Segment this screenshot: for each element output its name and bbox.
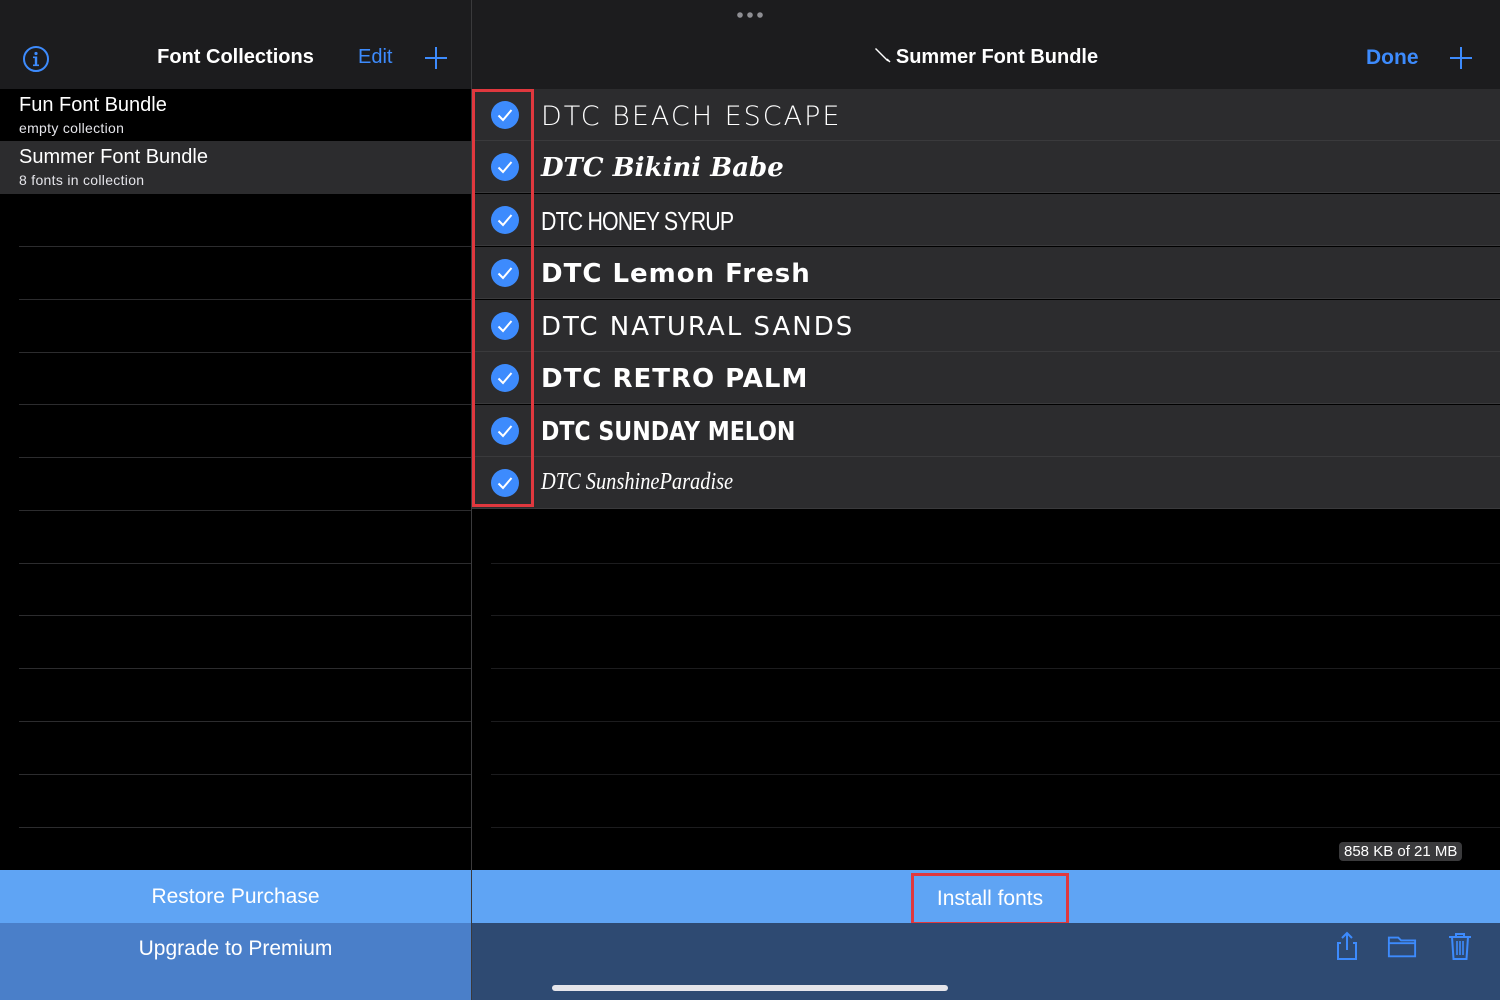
row-divider — [19, 404, 471, 405]
row-divider — [491, 615, 1500, 616]
collection-subtitle: empty collection — [19, 120, 125, 136]
row-divider — [19, 774, 471, 775]
row-divider — [19, 563, 471, 564]
font-name: DTC SunshineParadise — [541, 469, 734, 495]
done-button[interactable]: Done — [1366, 46, 1419, 70]
bottom-toolbar — [472, 923, 1500, 1000]
font-name: DTC SUNDAY MELON — [541, 417, 796, 447]
font-collections-pane: Font Collections Edit Fun Font Bundle em… — [0, 0, 471, 1000]
collection-row-summer-font-bundle[interactable]: Summer Font Bundle 8 fonts in collection — [0, 141, 471, 194]
selection-highlight — [472, 89, 534, 507]
font-row[interactable]: DTC Bikini Babe — [472, 141, 1500, 193]
upgrade-premium-button[interactable]: Upgrade to Premium — [0, 923, 471, 1000]
row-divider — [19, 299, 471, 300]
font-row[interactable]: DTC NATURAL SANDS — [472, 300, 1500, 352]
font-name: DTC NATURAL SANDS — [541, 312, 855, 342]
row-divider — [19, 457, 471, 458]
pen-icon — [874, 48, 891, 63]
collection-detail-pane: Summer Font Bundle Done DTC BEACH ESCAPE… — [472, 0, 1500, 1000]
row-divider — [19, 827, 471, 828]
font-row[interactable]: DTC SUNDAY MELON — [472, 405, 1500, 457]
row-divider — [19, 510, 471, 511]
folder-icon[interactable] — [1387, 931, 1417, 961]
font-row[interactable]: DTC SunshineParadise — [472, 457, 1500, 509]
title-wrap: Summer Font Bundle — [472, 46, 1500, 69]
row-divider — [19, 352, 471, 353]
restore-purchase-button[interactable]: Restore Purchase — [0, 870, 471, 923]
plus-icon[interactable] — [424, 46, 448, 70]
row-divider — [491, 563, 1500, 564]
install-fonts-button[interactable]: Install fonts — [911, 873, 1069, 925]
collection-subtitle: 8 fonts in collection — [19, 172, 145, 188]
row-divider — [19, 668, 471, 669]
row-divider — [19, 721, 471, 722]
home-indicator — [552, 985, 948, 991]
row-divider — [491, 721, 1500, 722]
row-divider — [491, 774, 1500, 775]
right-nav-bar: Summer Font Bundle Done — [472, 0, 1500, 89]
row-divider — [491, 668, 1500, 669]
left-nav-bar: Font Collections Edit — [0, 0, 471, 89]
font-name: DTC BEACH ESCAPE — [541, 101, 842, 132]
font-name: DTC HONEY SYRUP — [541, 206, 734, 236]
row-divider — [19, 246, 471, 247]
row-divider — [19, 615, 471, 616]
edit-button[interactable]: Edit — [358, 46, 392, 69]
collection-row-fun-font-bundle[interactable]: Fun Font Bundle empty collection — [0, 89, 471, 142]
plus-icon[interactable] — [1449, 46, 1473, 70]
font-row[interactable]: DTC BEACH ESCAPE — [472, 89, 1500, 141]
font-name: DTC Bikini Babe — [541, 153, 784, 183]
share-icon[interactable] — [1332, 931, 1362, 961]
font-name: DTC Lemon Fresh — [541, 259, 811, 289]
row-divider — [491, 827, 1500, 828]
font-row[interactable]: DTC Lemon Fresh — [472, 247, 1500, 299]
collection-name: Fun Font Bundle — [19, 94, 167, 116]
font-row[interactable]: DTC HONEY SYRUP — [472, 194, 1500, 246]
page-title: Font Collections — [157, 46, 314, 68]
storage-badge: 858 KB of 21 MB — [1339, 842, 1463, 861]
font-name: DTC RETRO PALM — [541, 364, 809, 394]
collection-title: Summer Font Bundle — [895, 46, 1099, 68]
font-row[interactable]: DTC RETRO PALM — [472, 352, 1500, 404]
trash-icon[interactable] — [1445, 931, 1475, 961]
collection-name: Summer Font Bundle — [19, 146, 208, 168]
ellipsis-icon[interactable] — [735, 10, 765, 20]
